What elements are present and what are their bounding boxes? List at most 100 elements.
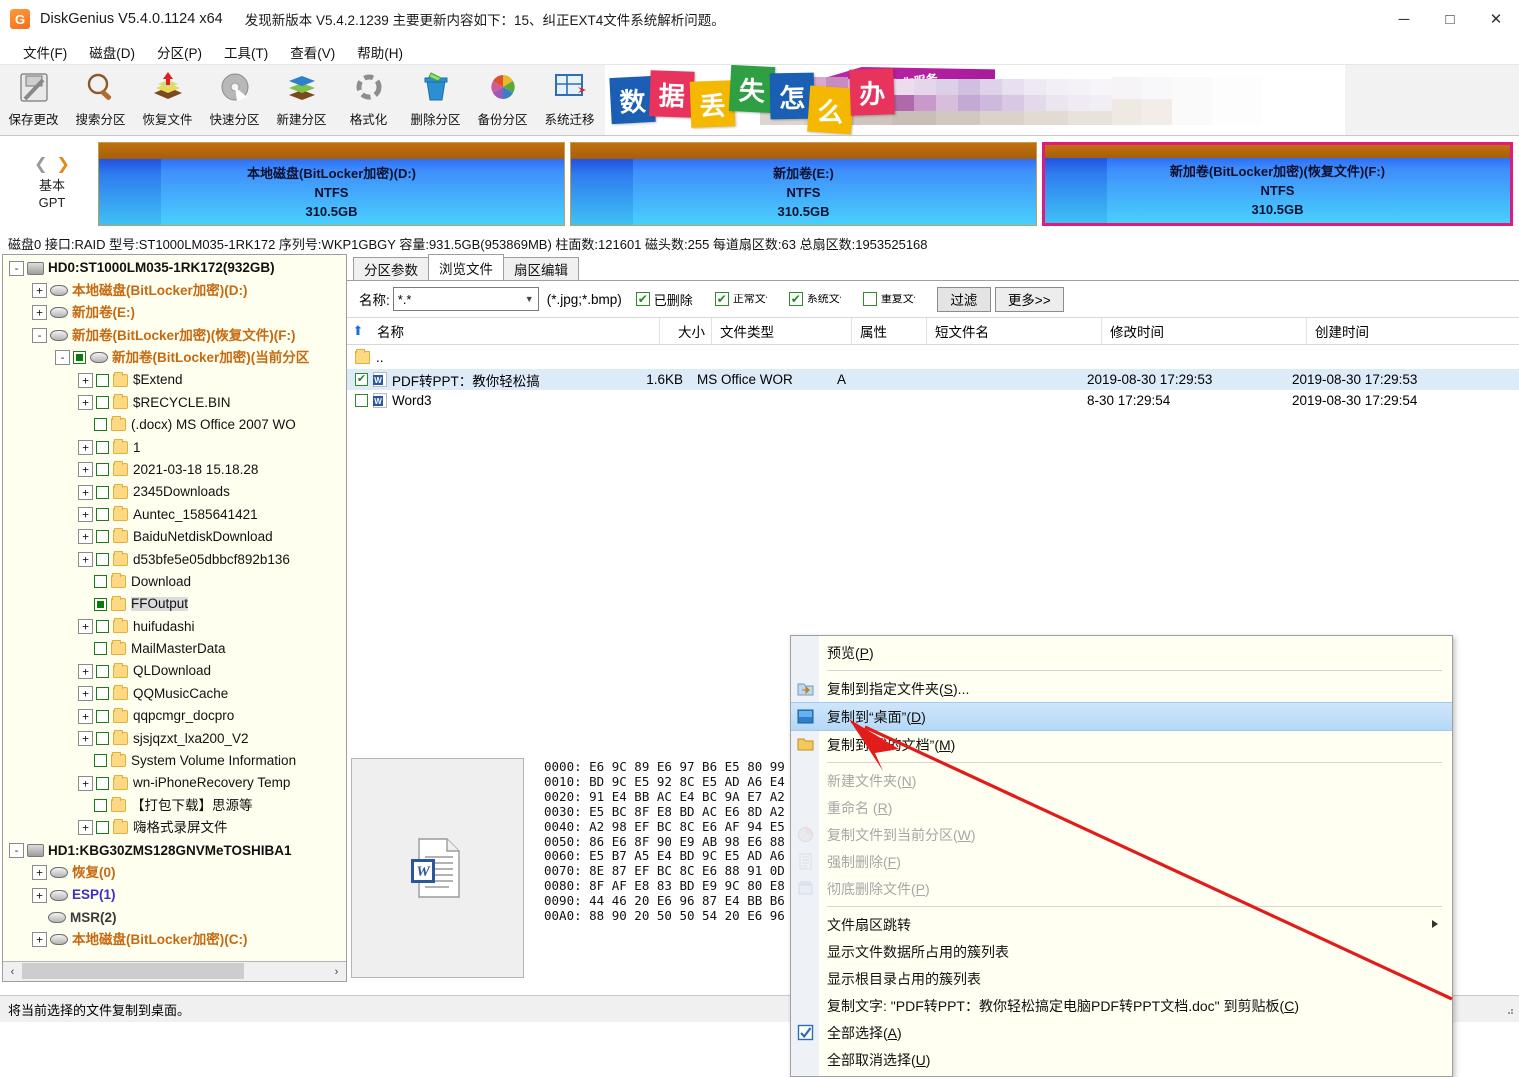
menu-partition[interactable]: 分区(P) — [146, 40, 213, 64]
tree-checkbox[interactable] — [96, 553, 109, 566]
tree-item[interactable]: +2021-03-18 15.18.28 — [3, 459, 346, 481]
expand-icon[interactable]: + — [78, 686, 93, 701]
tree-scroll-thumb[interactable] — [22, 963, 244, 979]
row-checkbox[interactable] — [355, 373, 368, 386]
column-name[interactable]: 名称 — [369, 318, 659, 344]
expand-icon[interactable]: + — [32, 932, 47, 947]
tree-item[interactable]: +BaiduNetdiskDownload — [3, 526, 346, 548]
tree-item[interactable]: +本地磁盘(BitLocker加密)(C:) — [3, 929, 346, 951]
tree-item[interactable]: +QLDownload — [3, 660, 346, 682]
tree-checkbox[interactable] — [96, 732, 109, 745]
tree-item[interactable]: FFOutput — [3, 593, 346, 615]
tree-item[interactable]: System Volume Information — [3, 750, 346, 772]
tree-item[interactable]: +qqpcmgr_docpro — [3, 705, 346, 727]
tree-checkbox[interactable] — [94, 799, 107, 812]
menu-view[interactable]: 查看(V) — [279, 40, 346, 64]
column-modified[interactable]: 修改时间 — [1101, 318, 1306, 344]
tree-item[interactable]: +$Extend — [3, 369, 346, 391]
tree-scroll-track[interactable] — [22, 962, 327, 981]
tree-item[interactable]: +本地磁盘(BitLocker加密)(D:) — [3, 279, 346, 301]
file-preview-panel[interactable]: W — [351, 758, 524, 978]
expand-icon[interactable]: + — [32, 305, 47, 320]
tree-checkbox[interactable] — [96, 508, 109, 521]
expand-icon[interactable]: + — [78, 507, 93, 522]
filter-name-combobox[interactable]: *.* ▼ — [393, 287, 539, 311]
toolbar-new-partition[interactable]: 新建分区 — [268, 65, 335, 133]
context-menu-item[interactable]: 全部选择(A) — [791, 1019, 1452, 1046]
expand-icon[interactable]: + — [78, 664, 93, 679]
column-created[interactable]: 创建时间 — [1306, 318, 1519, 344]
tree-item[interactable]: MailMasterData — [3, 638, 346, 660]
tree-checkbox[interactable] — [94, 754, 107, 767]
context-menu-item[interactable]: 文件扇区跳转 — [791, 911, 1452, 938]
menu-disk[interactable]: 磁盘(D) — [78, 40, 146, 64]
checkbox-deleted-icon[interactable] — [636, 292, 650, 306]
checkbox-normal-icon[interactable] — [715, 292, 729, 306]
toolbar-delete-partition[interactable]: 删除分区 — [402, 65, 469, 133]
toolbar-search-partition[interactable]: 搜索分区 — [67, 65, 134, 133]
collapse-icon[interactable]: - — [55, 350, 70, 365]
expand-icon[interactable]: + — [78, 529, 93, 544]
disk-tree[interactable]: -HD0:ST1000LM035-1RK172(932GB)+本地磁盘(BitL… — [3, 255, 346, 961]
expand-icon[interactable]: + — [78, 820, 93, 835]
toolbar-quick-partition[interactable]: 快速分区 — [201, 65, 268, 133]
expand-icon[interactable]: + — [78, 731, 93, 746]
next-disk-icon[interactable]: ❯ — [57, 157, 70, 173]
toolbar-recover-file[interactable]: 恢复文件 — [134, 65, 201, 133]
table-row[interactable]: .. — [347, 345, 1519, 369]
checkbox-duplicate-icon[interactable] — [863, 292, 877, 306]
file-context-menu[interactable]: 预览(P)复制到指定文件夹(S)...复制到“桌面”(D)复制到“我的文档”(M… — [790, 635, 1453, 1077]
tree-item[interactable]: MSR(2) — [3, 906, 346, 928]
tree-item[interactable]: -HD0:ST1000LM035-1RK172(932GB) — [3, 257, 346, 279]
tree-checkbox[interactable] — [96, 374, 109, 387]
context-menu-item[interactable]: 复制到“桌面”(D) — [791, 702, 1452, 731]
tree-checkbox[interactable] — [94, 598, 107, 611]
row-checkbox[interactable] — [355, 394, 368, 407]
context-menu-item[interactable]: 复制到“我的文档”(M) — [791, 731, 1452, 758]
tree-checkbox[interactable] — [96, 530, 109, 543]
tree-item[interactable]: +ESP(1) — [3, 884, 346, 906]
tree-item[interactable]: +嗨格式录屏文件 — [3, 817, 346, 839]
resize-grip-icon[interactable] — [1500, 1001, 1516, 1017]
filter-checkbox-deleted[interactable]: 已删除 — [636, 290, 693, 309]
partition-block-e[interactable]: 新加卷(E:) NTFS 310.5GB — [570, 142, 1037, 226]
tree-checkbox[interactable] — [96, 777, 109, 790]
tree-scroll-right-arrow[interactable]: › — [327, 962, 346, 981]
tree-checkbox[interactable] — [96, 665, 109, 678]
tree-item[interactable]: +sjsjqzxt_lxa200_V2 — [3, 727, 346, 749]
table-row[interactable]: PDF转PPT：教你轻松搞 1.6KB MS Office WOR A 2019… — [347, 369, 1519, 390]
tree-item[interactable]: +Auntec_1585641421 — [3, 503, 346, 525]
tree-checkbox[interactable] — [96, 620, 109, 633]
expand-icon[interactable]: + — [78, 552, 93, 567]
expand-icon[interactable]: + — [78, 462, 93, 477]
expand-icon[interactable]: + — [32, 865, 47, 880]
tab-browse-files[interactable]: 浏览文件 — [428, 254, 504, 280]
context-menu-item[interactable]: 全部取消选择(U) — [791, 1046, 1452, 1073]
toolbar-save-changes[interactable]: 保存更改 — [0, 65, 67, 133]
tree-horizontal-scrollbar[interactable]: ‹ › — [3, 961, 346, 981]
close-button[interactable]: ✕ — [1473, 0, 1519, 38]
tree-checkbox[interactable] — [96, 463, 109, 476]
filter-checkbox-normal[interactable]: 正常文件 — [715, 292, 767, 306]
filter-checkbox-system[interactable]: 系统文件 — [789, 292, 841, 306]
chevron-down-icon[interactable]: ▼ — [521, 294, 538, 304]
tree-item[interactable]: +新加卷(E:) — [3, 302, 346, 324]
tree-item[interactable]: -HD1:KBG30ZMS128GNVMeTOSHIBA1 — [3, 839, 346, 861]
tree-scroll-left-arrow[interactable]: ‹ — [3, 962, 22, 981]
tree-checkbox[interactable] — [94, 418, 107, 431]
tree-item[interactable]: -新加卷(BitLocker加密)(当前分区 — [3, 347, 346, 369]
tree-checkbox[interactable] — [96, 687, 109, 700]
sort-asc-icon[interactable]: ⬆ — [347, 323, 369, 339]
tree-item[interactable]: -新加卷(BitLocker加密)(恢复文件)(F:) — [3, 324, 346, 346]
column-type[interactable]: 文件类型 — [711, 318, 851, 344]
collapse-icon[interactable]: - — [9, 843, 24, 858]
tree-item[interactable]: 【打包下载】思源等 — [3, 794, 346, 816]
tree-item[interactable]: +$RECYCLE.BIN — [3, 391, 346, 413]
context-menu-item[interactable]: 复制到指定文件夹(S)... — [791, 675, 1452, 702]
tree-checkbox[interactable] — [96, 821, 109, 834]
tree-item[interactable]: +wn-iPhoneRecovery Temp — [3, 772, 346, 794]
expand-icon[interactable]: + — [78, 485, 93, 500]
table-row[interactable]: Word3 8-30 17:29:54 2019-08-30 17:29:54 — [347, 390, 1519, 411]
expand-icon[interactable]: + — [78, 373, 93, 388]
tree-item[interactable]: (.docx) MS Office 2007 WO — [3, 414, 346, 436]
